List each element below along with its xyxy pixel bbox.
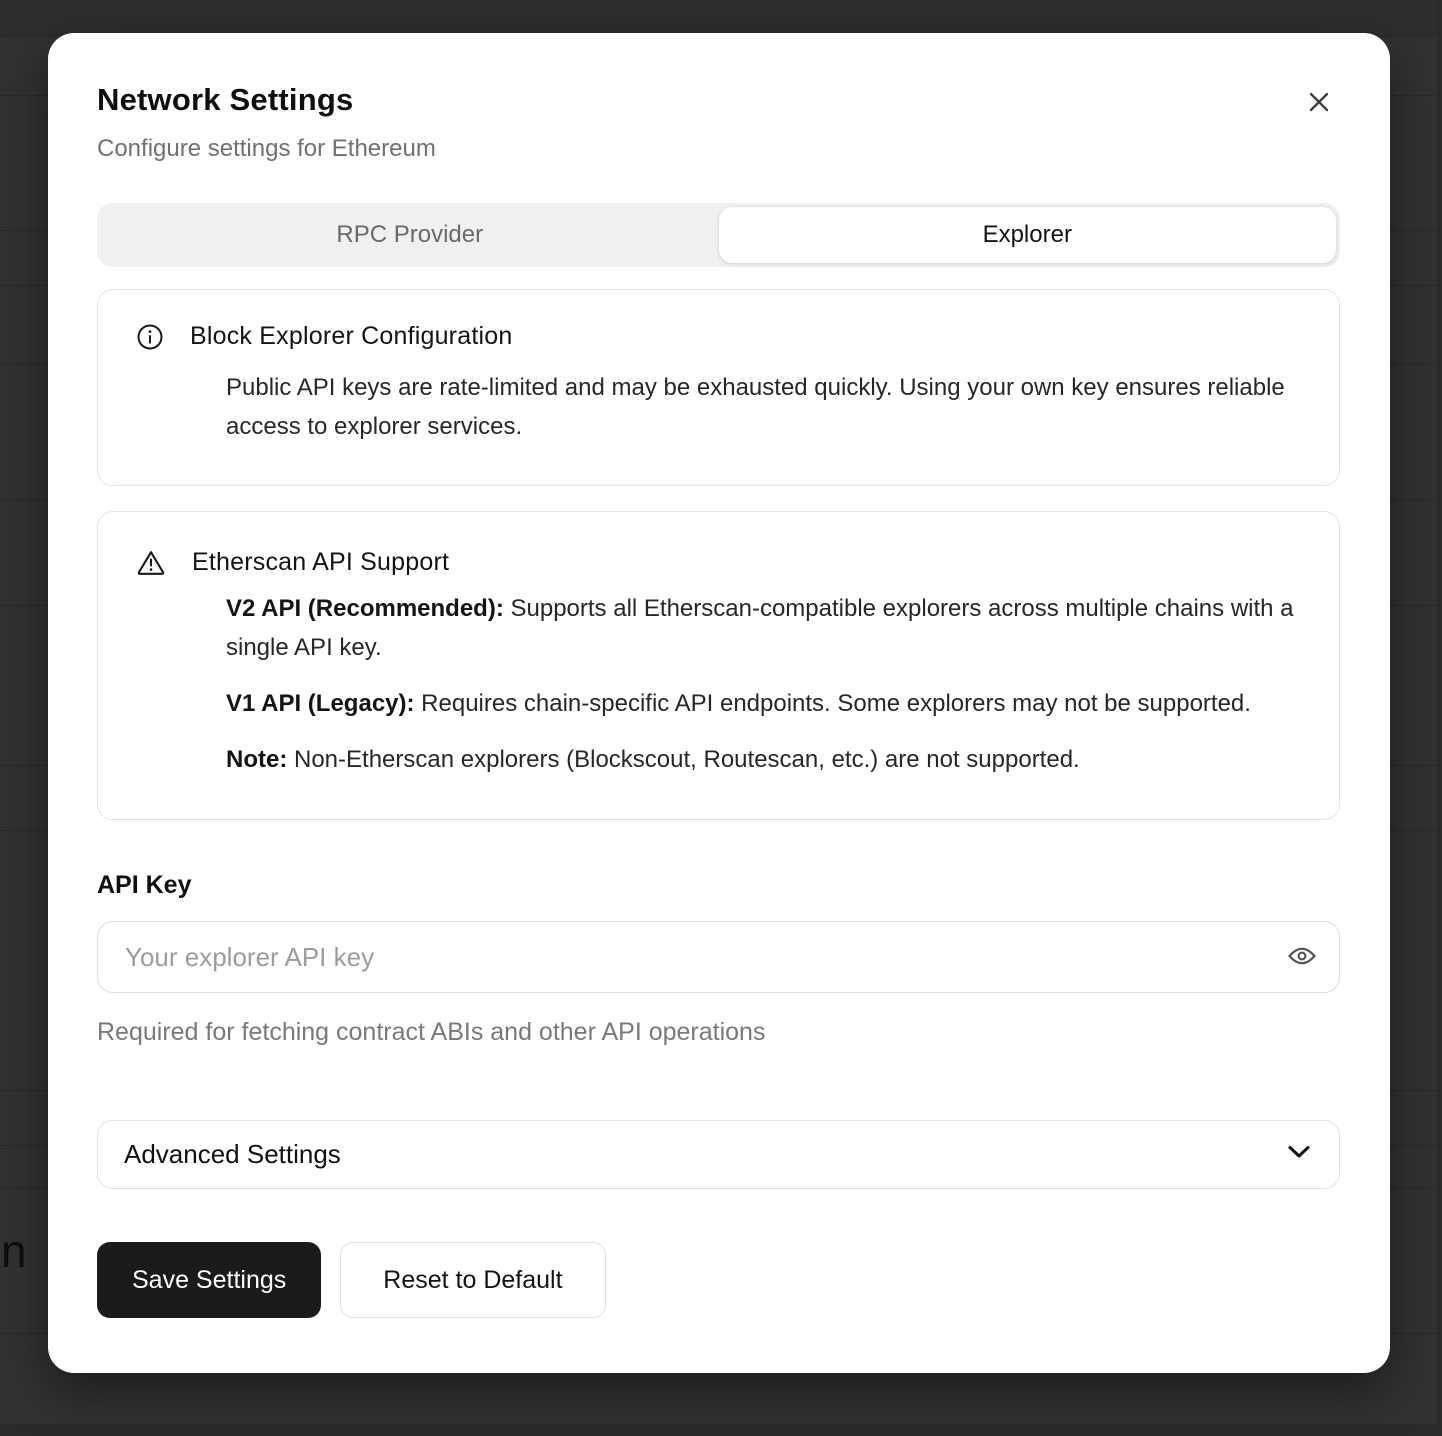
dialog-footer: Save Settings Reset to Default <box>97 1242 1340 1318</box>
warning-item-v2-label: V2 API (Recommended): <box>226 595 504 622</box>
warning-item-note: Note: Non-Etherscan explorers (Blockscou… <box>226 740 1299 779</box>
eye-icon <box>1287 945 1317 970</box>
background-right-edge <box>1437 0 1442 1436</box>
background-header-strip <box>0 0 1442 36</box>
toggle-visibility-button[interactable] <box>1278 933 1326 981</box>
close-icon <box>1305 88 1333 119</box>
api-key-input-wrap <box>97 921 1340 993</box>
info-card-body: Public API keys are rate-limited and may… <box>226 368 1299 446</box>
warning-card-body: V2 API (Recommended): Supports all Ether… <box>226 589 1299 779</box>
api-key-helper-text: Required for fetching contract ABIs and … <box>97 1018 1340 1047</box>
dialog-subtitle: Configure settings for Ethereum <box>97 135 1340 163</box>
warning-item-v2: V2 API (Recommended): Supports all Ether… <box>226 589 1299 667</box>
dialog-title: Network Settings <box>97 82 1340 118</box>
api-key-input[interactable] <box>97 921 1340 993</box>
background-footer-strip <box>0 1424 1442 1436</box>
warning-item-note-label: Note: <box>226 746 287 773</box>
warning-card-title: Etherscan API Support <box>192 548 449 577</box>
warning-icon <box>136 549 166 577</box>
tab-explorer[interactable]: Explorer <box>719 207 1337 263</box>
warning-item-note-text: Non-Etherscan explorers (Blockscout, Rou… <box>287 746 1079 773</box>
warning-item-v1: V1 API (Legacy): Requires chain-specific… <box>226 684 1299 723</box>
chevron-down-icon <box>1287 1145 1311 1164</box>
info-card-title: Block Explorer Configuration <box>190 322 512 351</box>
advanced-settings-toggle[interactable]: Advanced Settings <box>97 1120 1340 1189</box>
advanced-settings-label: Advanced Settings <box>124 1139 1287 1170</box>
warning-item-v1-text: Requires chain-specific API endpoints. S… <box>415 690 1251 717</box>
background-truncated-text: n <box>1 1224 27 1278</box>
reset-to-default-button[interactable]: Reset to Default <box>340 1242 605 1318</box>
api-key-label: API Key <box>97 871 1340 900</box>
etherscan-warning-card: Etherscan API Support V2 API (Recommende… <box>97 511 1340 820</box>
info-icon <box>136 323 164 351</box>
tab-rpc-provider[interactable]: RPC Provider <box>101 207 719 263</box>
block-explorer-info-card: Block Explorer Configuration Public API … <box>97 289 1340 486</box>
save-settings-button[interactable]: Save Settings <box>97 1242 321 1318</box>
warning-item-v1-label: V1 API (Legacy): <box>226 690 415 717</box>
close-button[interactable] <box>1299 83 1339 123</box>
dialog-header: Network Settings Configure settings for … <box>97 82 1340 163</box>
network-settings-dialog: Network Settings Configure settings for … <box>48 33 1390 1373</box>
settings-tab-bar: RPC Provider Explorer <box>97 203 1340 267</box>
